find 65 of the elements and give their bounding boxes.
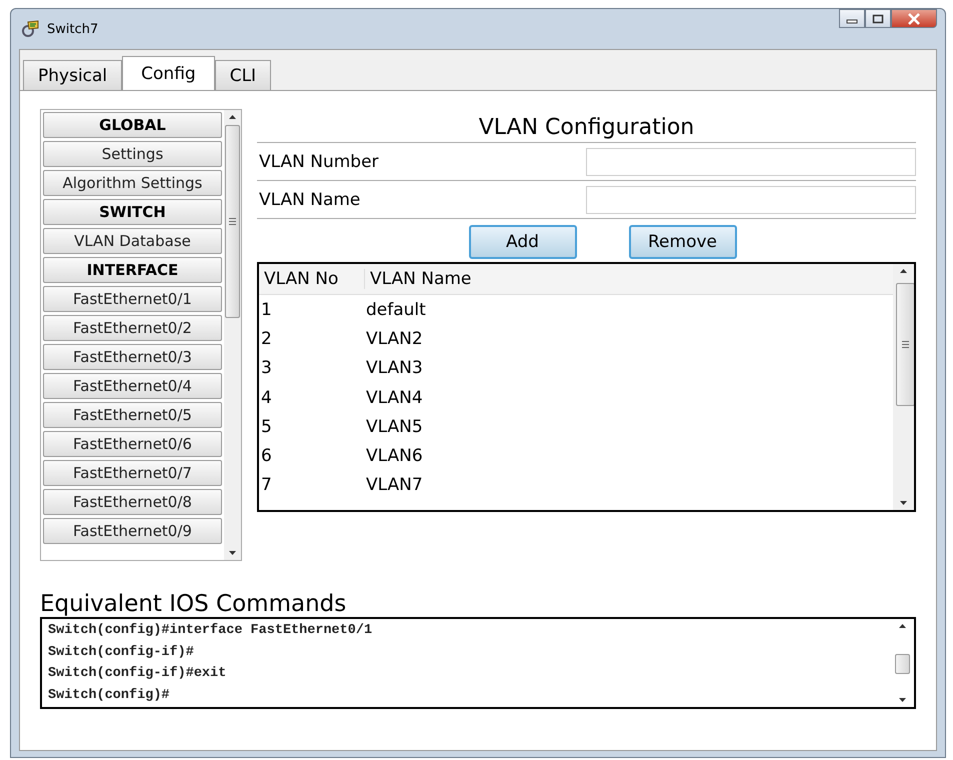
- scrollbar[interactable]: [893, 264, 914, 510]
- close-button[interactable]: [891, 9, 937, 28]
- sidebar-item[interactable]: FastEthernet0/2: [43, 315, 222, 341]
- table-cell-text: 2: [260, 328, 273, 349]
- sidebar-item[interactable]: FastEthernet0/4: [43, 373, 222, 399]
- table-cell-text: VLAN4: [365, 388, 423, 408]
- add-button[interactable]: Add: [468, 225, 576, 259]
- scroll-up-icon: [899, 268, 908, 274]
- scroll-down-icon: [228, 550, 237, 556]
- sidebar-item[interactable]: Settings: [43, 141, 222, 167]
- table-cell-text: VLAN2: [365, 328, 423, 349]
- input-field[interactable]: [586, 148, 916, 176]
- column-header[interactable]: VLAN No: [259, 269, 365, 289]
- table-cell-text: 6: [260, 446, 273, 466]
- section-header-button[interactable]: SWITCH: [43, 199, 222, 225]
- table-cell-text: default: [365, 300, 426, 320]
- sidebar-item[interactable]: Algorithm Settings: [43, 170, 222, 196]
- input-field[interactable]: [586, 186, 916, 214]
- close-icon: [907, 12, 921, 24]
- table-cell-text: 3: [260, 358, 273, 378]
- tab[interactable]: Physical: [23, 60, 122, 90]
- command-line: Switch(config-if)#exit: [48, 665, 228, 683]
- table-cell-text: 1: [260, 300, 273, 320]
- scroll-thumb[interactable]: [894, 654, 910, 674]
- tab[interactable]: Config: [122, 56, 215, 90]
- table-cell-text: VLAN3: [365, 358, 423, 378]
- scroll-down-icon: [898, 697, 906, 703]
- maximize-button[interactable]: [865, 9, 891, 28]
- sidebar-item[interactable]: FastEthernet0/9: [43, 518, 222, 544]
- window-title: Switch7: [47, 22, 98, 36]
- sidebar-item[interactable]: VLAN Database: [43, 228, 222, 254]
- table-cell-text: VLAN6: [365, 446, 423, 466]
- table-cell-text: VLAN5: [365, 416, 423, 437]
- scroll-up-icon: [228, 114, 237, 120]
- section-title: Equivalent IOS Commands: [40, 591, 348, 617]
- column-header[interactable]: VLAN Name: [365, 269, 472, 289]
- scrollbar[interactable]: [224, 110, 241, 560]
- maximize-icon: [872, 14, 884, 24]
- table-cell-text: VLAN7: [365, 475, 423, 496]
- minimize-button[interactable]: [839, 9, 865, 28]
- sidebar-item[interactable]: FastEthernet0/6: [43, 431, 222, 457]
- sidebar-item[interactable]: FastEthernet0/5: [43, 402, 222, 428]
- scroll-up-icon: [898, 623, 906, 629]
- section-title: VLAN Configuration: [257, 109, 916, 143]
- switch-icon: [21, 19, 41, 39]
- sidebar-item[interactable]: FastEthernet0/8: [43, 489, 222, 515]
- command-line: Switch(config)#: [48, 686, 171, 704]
- table-cell-text: 5: [260, 416, 273, 437]
- remove-button[interactable]: Remove: [628, 225, 736, 259]
- scroll-down-icon: [899, 500, 908, 506]
- table-cell-text: 7: [260, 475, 273, 496]
- sidebar-item[interactable]: FastEthernet0/1: [43, 286, 222, 312]
- scroll-thumb[interactable]: [896, 283, 914, 406]
- sidebar-item[interactable]: FastEthernet0/3: [43, 344, 222, 370]
- scroll-thumb[interactable]: [225, 125, 240, 318]
- command-line: Switch(config-if)#: [48, 644, 195, 662]
- table-cell-text: 4: [260, 388, 273, 408]
- grip-icon: [229, 218, 236, 225]
- tab[interactable]: CLI: [214, 60, 272, 90]
- field-label: VLAN Number: [258, 152, 379, 172]
- sidebar-item[interactable]: FastEthernet0/7: [43, 460, 222, 486]
- command-line: Switch(config)#interface FastEthernet0/1: [48, 622, 374, 640]
- section-header-button[interactable]: INTERFACE: [43, 257, 222, 283]
- field-label: VLAN Name: [258, 190, 360, 210]
- section-header-button[interactable]: GLOBAL: [43, 112, 222, 138]
